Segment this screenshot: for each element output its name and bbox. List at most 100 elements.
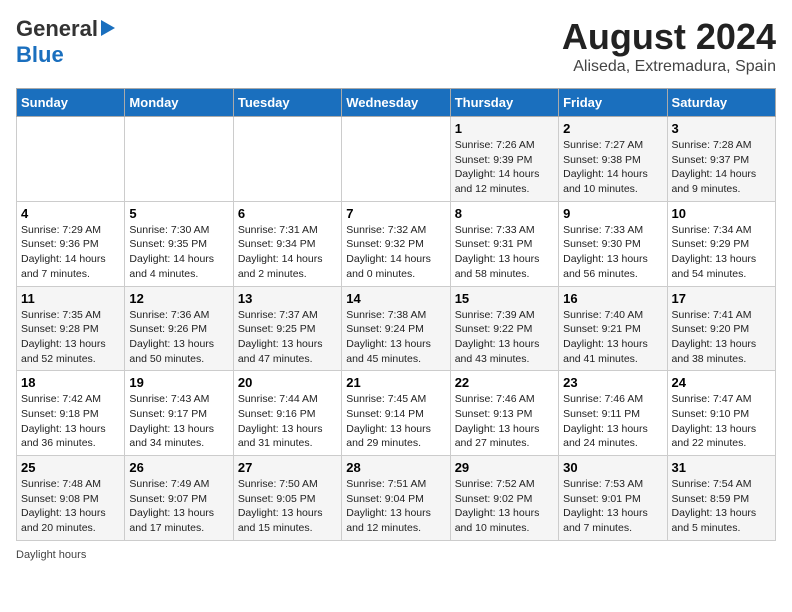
day-number: 31 (672, 460, 771, 475)
day-number: 5 (129, 206, 228, 221)
calendar-cell (342, 117, 450, 202)
day-info: Sunrise: 7:28 AM Sunset: 9:37 PM Dayligh… (672, 138, 771, 197)
day-number: 7 (346, 206, 445, 221)
day-number: 4 (21, 206, 120, 221)
day-info: Sunrise: 7:48 AM Sunset: 9:08 PM Dayligh… (21, 477, 120, 536)
calendar-week-row: 4 Sunrise: 7:29 AM Sunset: 9:36 PM Daylig… (17, 201, 776, 286)
day-info: Sunrise: 7:41 AM Sunset: 9:20 PM Dayligh… (672, 308, 771, 367)
day-number: 21 (346, 375, 445, 390)
calendar-cell: 27 Sunrise: 7:50 AM Sunset: 9:05 PM Dayli… (233, 456, 341, 541)
calendar-cell (17, 117, 125, 202)
calendar-cell: 18 Sunrise: 7:42 AM Sunset: 9:18 PM Dayli… (17, 371, 125, 456)
day-number: 13 (238, 291, 337, 306)
day-number: 28 (346, 460, 445, 475)
day-number: 9 (563, 206, 662, 221)
day-info: Sunrise: 7:43 AM Sunset: 9:17 PM Dayligh… (129, 392, 228, 451)
day-number: 6 (238, 206, 337, 221)
day-info: Sunrise: 7:51 AM Sunset: 9:04 PM Dayligh… (346, 477, 445, 536)
day-info: Sunrise: 7:47 AM Sunset: 9:10 PM Dayligh… (672, 392, 771, 451)
day-number: 27 (238, 460, 337, 475)
title-area: August 2024 Aliseda, Extremadura, Spain (562, 16, 776, 76)
calendar-cell: 7 Sunrise: 7:32 AM Sunset: 9:32 PM Daylig… (342, 201, 450, 286)
day-info: Sunrise: 7:46 AM Sunset: 9:11 PM Dayligh… (563, 392, 662, 451)
location-subtitle: Aliseda, Extremadura, Spain (562, 58, 776, 76)
day-info: Sunrise: 7:53 AM Sunset: 9:01 PM Dayligh… (563, 477, 662, 536)
calendar-day-header: Sunday (17, 89, 125, 117)
calendar-cell: 14Sunrise: 7:38 AM Sunset: 9:24 PM Dayli… (342, 286, 450, 371)
daylight-label: Daylight hours (16, 549, 86, 561)
calendar-cell: 20 Sunrise: 7:44 AM Sunset: 9:16 PM Dayli… (233, 371, 341, 456)
day-number: 26 (129, 460, 228, 475)
day-info: Sunrise: 7:50 AM Sunset: 9:05 PM Dayligh… (238, 477, 337, 536)
calendar-cell: 10Sunrise: 7:34 AM Sunset: 9:29 PM Dayli… (667, 201, 775, 286)
calendar-header-row: SundayMondayTuesdayWednesdayThursdayFrid… (17, 89, 776, 117)
day-info: Sunrise: 7:54 AM Sunset: 8:59 PM Dayligh… (672, 477, 771, 536)
calendar-cell: 1 Sunrise: 7:26 AM Sunset: 9:39 PM Daylig… (450, 117, 558, 202)
calendar-cell: 24 Sunrise: 7:47 AM Sunset: 9:10 PM Dayli… (667, 371, 775, 456)
day-number: 23 (563, 375, 662, 390)
calendar-cell: 29Sunrise: 7:52 AM Sunset: 9:02 PM Dayli… (450, 456, 558, 541)
day-info: Sunrise: 7:29 AM Sunset: 9:36 PM Dayligh… (21, 223, 120, 282)
day-number: 16 (563, 291, 662, 306)
calendar-table: SundayMondayTuesdayWednesdayThursdayFrid… (16, 88, 776, 541)
day-number: 17 (672, 291, 771, 306)
calendar-week-row: 18 Sunrise: 7:42 AM Sunset: 9:18 PM Dayli… (17, 371, 776, 456)
calendar-cell: 25Sunrise: 7:48 AM Sunset: 9:08 PM Dayli… (17, 456, 125, 541)
day-info: Sunrise: 7:49 AM Sunset: 9:07 PM Dayligh… (129, 477, 228, 536)
day-info: Sunrise: 7:45 AM Sunset: 9:14 PM Dayligh… (346, 392, 445, 451)
day-info: Sunrise: 7:33 AM Sunset: 9:30 PM Dayligh… (563, 223, 662, 282)
calendar-cell: 26 Sunrise: 7:49 AM Sunset: 9:07 PM Dayli… (125, 456, 233, 541)
day-info: Sunrise: 7:39 AM Sunset: 9:22 PM Dayligh… (455, 308, 554, 367)
calendar-cell: 30 Sunrise: 7:53 AM Sunset: 9:01 PM Dayli… (559, 456, 667, 541)
day-info: Sunrise: 7:42 AM Sunset: 9:18 PM Dayligh… (21, 392, 120, 451)
day-info: Sunrise: 7:31 AM Sunset: 9:34 PM Dayligh… (238, 223, 337, 282)
day-info: Sunrise: 7:36 AM Sunset: 9:26 PM Dayligh… (129, 308, 228, 367)
day-number: 18 (21, 375, 120, 390)
day-info: Sunrise: 7:40 AM Sunset: 9:21 PM Dayligh… (563, 308, 662, 367)
calendar-cell: 8Sunrise: 7:33 AM Sunset: 9:31 PM Daylig… (450, 201, 558, 286)
day-number: 8 (455, 206, 554, 221)
day-info: Sunrise: 7:34 AM Sunset: 9:29 PM Dayligh… (672, 223, 771, 282)
day-number: 20 (238, 375, 337, 390)
day-info: Sunrise: 7:26 AM Sunset: 9:39 PM Dayligh… (455, 138, 554, 197)
day-number: 2 (563, 121, 662, 136)
logo: General Blue (16, 16, 115, 68)
calendar-cell: 17 Sunrise: 7:41 AM Sunset: 9:20 PM Dayli… (667, 286, 775, 371)
calendar-cell: 31 Sunrise: 7:54 AM Sunset: 8:59 PM Dayli… (667, 456, 775, 541)
day-number: 15 (455, 291, 554, 306)
calendar-cell: 21 Sunrise: 7:45 AM Sunset: 9:14 PM Dayli… (342, 371, 450, 456)
calendar-cell: 12 Sunrise: 7:36 AM Sunset: 9:26 PM Dayli… (125, 286, 233, 371)
calendar-cell: 22 Sunrise: 7:46 AM Sunset: 9:13 PM Dayli… (450, 371, 558, 456)
logo-blue-text: Blue (16, 42, 64, 68)
calendar-cell: 23 Sunrise: 7:46 AM Sunset: 9:11 PM Dayli… (559, 371, 667, 456)
footer: Daylight hours (16, 549, 776, 561)
day-info: Sunrise: 7:46 AM Sunset: 9:13 PM Dayligh… (455, 392, 554, 451)
calendar-cell: 13Sunrise: 7:37 AM Sunset: 9:25 PM Dayli… (233, 286, 341, 371)
calendar-cell: 6 Sunrise: 7:31 AM Sunset: 9:34 PM Daylig… (233, 201, 341, 286)
calendar-cell: 4 Sunrise: 7:29 AM Sunset: 9:36 PM Daylig… (17, 201, 125, 286)
calendar-week-row: 25Sunrise: 7:48 AM Sunset: 9:08 PM Dayli… (17, 456, 776, 541)
calendar-cell: 9 Sunrise: 7:33 AM Sunset: 9:30 PM Daylig… (559, 201, 667, 286)
day-info: Sunrise: 7:32 AM Sunset: 9:32 PM Dayligh… (346, 223, 445, 282)
calendar-day-header: Thursday (450, 89, 558, 117)
day-number: 22 (455, 375, 554, 390)
calendar-cell: 2 Sunrise: 7:27 AM Sunset: 9:38 PM Daylig… (559, 117, 667, 202)
day-number: 3 (672, 121, 771, 136)
calendar-cell: 19 Sunrise: 7:43 AM Sunset: 9:17 PM Dayli… (125, 371, 233, 456)
day-info: Sunrise: 7:35 AM Sunset: 9:28 PM Dayligh… (21, 308, 120, 367)
day-info: Sunrise: 7:44 AM Sunset: 9:16 PM Dayligh… (238, 392, 337, 451)
calendar-cell: 15 Sunrise: 7:39 AM Sunset: 9:22 PM Dayli… (450, 286, 558, 371)
calendar-day-header: Monday (125, 89, 233, 117)
day-number: 30 (563, 460, 662, 475)
calendar-cell (233, 117, 341, 202)
day-info: Sunrise: 7:52 AM Sunset: 9:02 PM Dayligh… (455, 477, 554, 536)
day-number: 19 (129, 375, 228, 390)
calendar-cell: 16 Sunrise: 7:40 AM Sunset: 9:21 PM Dayli… (559, 286, 667, 371)
calendar-cell: 28 Sunrise: 7:51 AM Sunset: 9:04 PM Dayli… (342, 456, 450, 541)
day-info: Sunrise: 7:27 AM Sunset: 9:38 PM Dayligh… (563, 138, 662, 197)
calendar-cell: 11Sunrise: 7:35 AM Sunset: 9:28 PM Dayli… (17, 286, 125, 371)
day-number: 12 (129, 291, 228, 306)
month-year-title: August 2024 (562, 16, 776, 58)
day-number: 1 (455, 121, 554, 136)
day-number: 24 (672, 375, 771, 390)
